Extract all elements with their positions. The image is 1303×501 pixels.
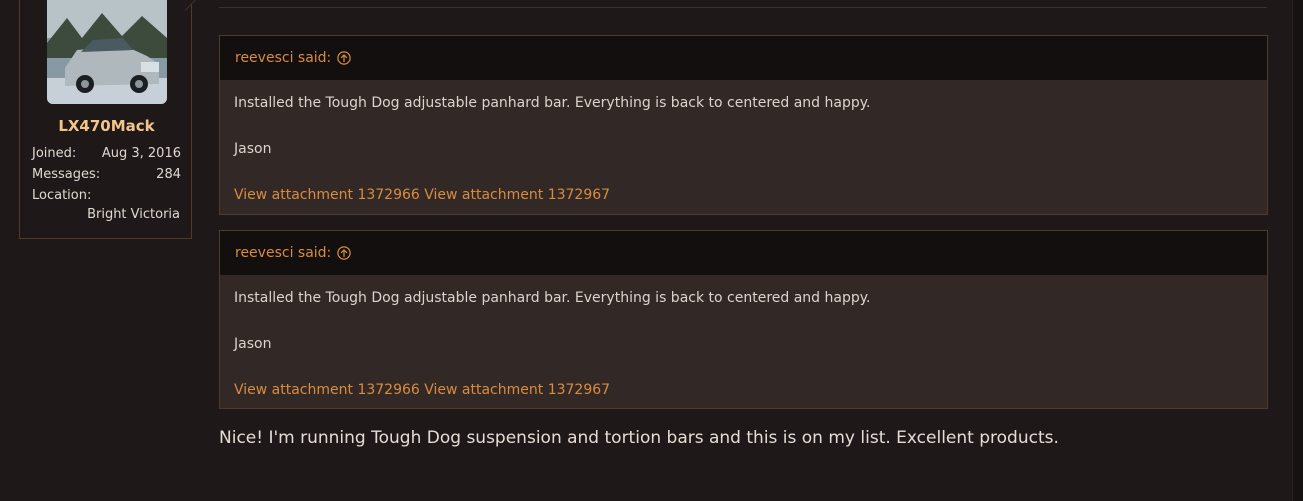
post-top-divider <box>219 7 1267 8</box>
messages-label: Messages: <box>32 167 101 182</box>
attachment-link[interactable]: View attachment 1372967 <box>424 187 610 203</box>
messages-value[interactable]: 284 <box>156 167 181 182</box>
attachment-link[interactable]: View attachment 1372966 <box>234 382 420 398</box>
joined-row: Joined: Aug 3, 2016 <box>32 146 181 161</box>
user-info-panel: LX470Mack Joined: Aug 3, 2016 Messages: … <box>19 0 198 239</box>
quote-author[interactable]: reevesci said: <box>235 50 331 66</box>
joined-label: Joined: <box>32 146 77 161</box>
quote-block: reevesci said: Installed the Tough Dog a… <box>219 230 1268 409</box>
quote-signature: Jason <box>234 336 272 352</box>
arrow-up-circle-icon[interactable] <box>337 51 352 65</box>
username[interactable]: LX470Mack <box>20 117 193 135</box>
post-reply-text: Nice! I'm running Tough Dog suspension a… <box>219 428 1059 448</box>
quote-header[interactable]: reevesci said: <box>220 36 1267 80</box>
quote-header[interactable]: reevesci said: <box>220 231 1267 275</box>
joined-value: Aug 3, 2016 <box>101 146 181 161</box>
avatar-image <box>47 0 167 104</box>
location-label: Location: <box>32 188 92 203</box>
location-value[interactable]: Bright Victoria <box>87 207 180 222</box>
quote-content: Installed the Tough Dog adjustable panha… <box>220 275 1267 399</box>
quote-author[interactable]: reevesci said: <box>235 245 331 261</box>
avatar[interactable] <box>47 0 167 104</box>
arrow-up-circle-icon[interactable] <box>337 246 352 260</box>
quote-block: reevesci said: Installed the Tough Dog a… <box>219 35 1268 215</box>
attachments-line: View attachment 1372966 View attachment … <box>234 186 1252 204</box>
quote-text: Installed the Tough Dog adjustable panha… <box>234 290 871 306</box>
location-row: Location: <box>32 188 181 203</box>
attachment-link[interactable]: View attachment 1372967 <box>424 382 610 398</box>
messages-row: Messages: 284 <box>32 167 181 182</box>
quote-content: Installed the Tough Dog adjustable panha… <box>220 80 1267 204</box>
quote-text: Installed the Tough Dog adjustable panha… <box>234 95 871 111</box>
attachment-link[interactable]: View attachment 1372966 <box>234 187 420 203</box>
attachments-line: View attachment 1372966 View attachment … <box>234 381 1252 399</box>
page-right-edge <box>1292 0 1303 501</box>
panel-pointer <box>185 0 198 11</box>
quote-signature: Jason <box>234 141 272 157</box>
